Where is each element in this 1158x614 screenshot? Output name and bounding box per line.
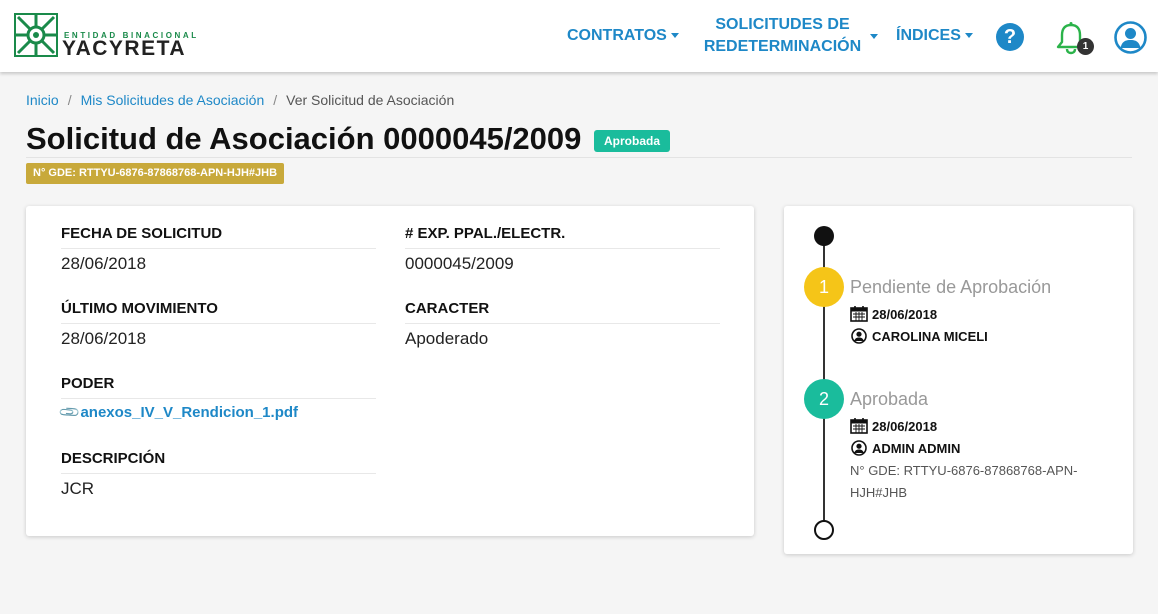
top-navbar: ENTIDAD BINACIONAL YACYRETA CONTRATOS SO… xyxy=(0,0,1158,72)
field-value: 0000045/2009 xyxy=(405,254,514,273)
field-label: DESCRIPCIÓN xyxy=(61,449,376,474)
timeline-card: 1 Pendiente de Aprobación 28/06/2018 CAR… xyxy=(784,206,1133,554)
yacyreta-logo-icon xyxy=(14,13,58,57)
timeline-step-user: ADMIN ADMIN xyxy=(850,440,960,456)
title-divider xyxy=(26,157,1132,158)
timeline-step-number: 2 xyxy=(804,379,844,419)
page-title: Solicitud de Asociación 0000045/2009 xyxy=(26,121,582,156)
breadcrumb-mis-solicitudes-link[interactable]: Mis Solicitudes de Asociación xyxy=(81,92,265,108)
timeline-gde-note: N° GDE: RTTYU-6876-87868768-APN-HJH#JHB xyxy=(850,463,1078,500)
field-label: CARACTER xyxy=(405,299,720,324)
field-label: ÚLTIMO MOVIMIENTO xyxy=(61,299,376,324)
timeline-step-user: CAROLINA MICELI xyxy=(850,328,988,344)
timeline-step-date: 28/06/2018 xyxy=(850,306,937,322)
user-account-icon[interactable] xyxy=(1114,21,1147,54)
nav-indices[interactable]: ÍNDICES xyxy=(896,25,973,47)
nav-contratos-label: CONTRATOS xyxy=(567,27,667,44)
yacyreta-logo[interactable]: ENTIDAD BINACIONAL YACYRETA xyxy=(14,13,214,59)
gde-badge: N° GDE: RTTYU-6876-87868768-APN-HJH#JHB xyxy=(26,163,285,184)
field-label: FECHA DE SOLICITUD xyxy=(61,224,376,249)
field-expediente: # EXP. PPAL./ELECTR. 0000045/2009 xyxy=(405,224,720,274)
field-value: 28/06/2018 xyxy=(61,254,147,273)
chevron-down-icon[interactable] xyxy=(870,34,878,39)
timeline-step-title: Pendiente de Aprobación xyxy=(850,277,1052,297)
nav-solicitudes-redeterminacion[interactable]: SOLICITUDES DE REDETERMINACIÓN xyxy=(700,14,865,58)
field-poder: PODER 📎anexos_IV_V_Rendicion_1.pdf xyxy=(58,374,376,424)
poder-file-link[interactable]: 📎anexos_IV_V_Rendicion_1.pdf xyxy=(58,400,376,424)
breadcrumb: Inicio / Mis Solicitudes de Asociación / Ver… xyxy=(26,92,454,108)
notification-count-badge: 1 xyxy=(1077,38,1094,55)
breadcrumb-current: Ver Solicitud de Asociación xyxy=(286,92,455,108)
timeline-start-dot xyxy=(814,226,834,246)
timeline-end-dot xyxy=(814,520,834,540)
paperclip-icon: 📎 xyxy=(57,400,82,424)
poder-file-name: anexos_IV_V_Rendicion_1.pdf xyxy=(80,404,299,421)
nav-solicitudes-label-line1: SOLICITUDES DE xyxy=(715,16,850,33)
field-descripcion: DESCRIPCIÓN JCR xyxy=(61,449,376,499)
timeline-date-text: 28/06/2018 xyxy=(872,307,938,322)
logo-name: YACYRETA xyxy=(62,37,187,60)
timeline-date-text: 28/06/2018 xyxy=(872,419,938,434)
help-icon[interactable]: ? xyxy=(996,23,1024,51)
field-fecha-solicitud: FECHA DE SOLICITUD 28/06/2018 xyxy=(61,224,376,274)
calendar-icon xyxy=(850,306,868,322)
timeline-user-text: CAROLINA MICELI xyxy=(872,329,988,344)
timeline-user-text: ADMIN ADMIN xyxy=(872,441,961,456)
calendar-icon xyxy=(850,418,868,434)
details-card: FECHA DE SOLICITUD 28/06/2018 # EXP. PPA… xyxy=(26,206,754,536)
nav-contratos[interactable]: CONTRATOS xyxy=(567,25,679,47)
breadcrumb-separator: / xyxy=(67,92,72,108)
field-caracter: CARACTER Apoderado xyxy=(405,299,720,349)
timeline-step-number: 1 xyxy=(804,267,844,307)
nav-solicitudes-label-line2: REDETERMINACIÓN xyxy=(703,38,862,55)
user-icon xyxy=(851,328,867,344)
status-badge: Aprobada xyxy=(594,130,671,152)
chevron-down-icon xyxy=(670,33,679,39)
field-label: PODER xyxy=(61,374,376,399)
timeline-step-date: 28/06/2018 xyxy=(850,418,937,434)
chevron-down-icon xyxy=(964,33,973,39)
field-value: JCR xyxy=(61,479,95,498)
field-label: # EXP. PPAL./ELECTR. xyxy=(405,224,720,249)
timeline-step-title: Aprobada xyxy=(850,389,929,409)
breadcrumb-inicio-link[interactable]: Inicio xyxy=(26,92,59,108)
field-value: Apoderado xyxy=(405,329,489,348)
breadcrumb-separator: / xyxy=(273,92,278,108)
field-ultimo-movimiento: ÚLTIMO MOVIMIENTO 28/06/2018 xyxy=(61,299,376,349)
nav-indices-label: ÍNDICES xyxy=(896,27,961,44)
field-value: 28/06/2018 xyxy=(61,329,147,348)
user-icon xyxy=(851,440,867,456)
